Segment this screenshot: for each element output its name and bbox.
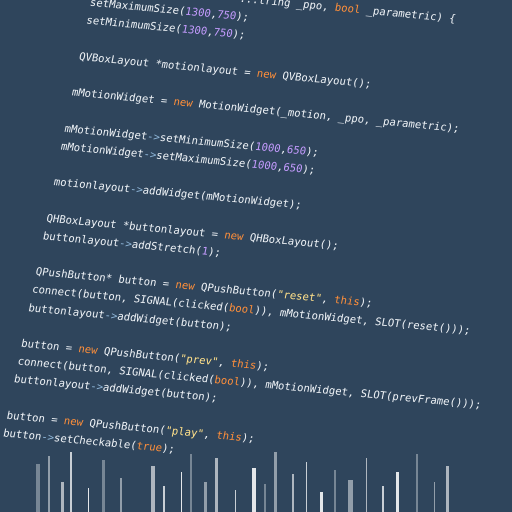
code-token: "play" — [164, 424, 205, 440]
code-token: addWidget(mMotionWidget); — [141, 184, 303, 212]
glitch-bar — [102, 460, 105, 512]
glitch-bar — [190, 454, 192, 512]
glitch-bar — [396, 472, 399, 512]
code-token: QVBoxLayout *motionlayout = — [77, 50, 259, 80]
code-token: 750 — [215, 8, 238, 23]
code-token: mMotionWidget — [63, 122, 149, 143]
code-token: this — [333, 294, 361, 309]
code-token: MotionWidget(_motion, _ppo, _parametric)… — [191, 98, 461, 136]
code-token: ); — [255, 359, 271, 374]
glitch-bar — [274, 452, 277, 512]
code-token: 1300 — [184, 5, 212, 21]
code-token: 1300 — [180, 23, 209, 39]
code-token: QVBoxLayout(); — [274, 69, 373, 91]
code-token: ); — [240, 431, 256, 445]
glitch-bar — [348, 480, 353, 512]
code-token: 750 — [212, 26, 234, 41]
glitch-artifact — [30, 452, 460, 512]
code-token: addStretch( — [130, 238, 203, 257]
code-token: ); — [358, 296, 374, 310]
glitch-bar — [366, 458, 367, 512]
code-token: ); — [301, 163, 317, 177]
code-token: motionlayout — [52, 176, 132, 196]
glitch-bar — [264, 484, 266, 512]
glitch-bar — [163, 486, 165, 512]
code-token: 1000 — [253, 140, 282, 155]
glitch-bar — [61, 482, 64, 512]
glitch-bar — [151, 466, 155, 512]
code-token: button — [1, 427, 43, 443]
code-token: buttonlayout — [41, 230, 121, 250]
code-token: ); — [231, 28, 247, 42]
code-token: button = — [20, 337, 80, 356]
code-token: QPushButton( — [81, 416, 167, 437]
code-token: bool — [227, 302, 256, 317]
code-token: this — [229, 357, 258, 372]
glitch-bar — [320, 492, 323, 512]
glitch-bar — [252, 468, 256, 512]
code-token: _parametric) { — [359, 4, 457, 26]
code-token: ...tring _ppo, — [238, 0, 337, 14]
code-line: motionlayout->addWidget(mMotionWidget); — [52, 175, 303, 212]
code-token: buttonlayout — [27, 301, 106, 321]
code-token: ); — [206, 245, 223, 259]
glitch-bar — [306, 462, 307, 512]
code-line: QVBoxLayout *motionlayout = new QVBoxLay… — [78, 50, 373, 91]
glitch-bar — [88, 488, 89, 512]
code-token: mMotionWidget = — [70, 86, 175, 109]
code-editor[interactable]: new QHBoxLayout(); ...tring _ppo, bool _… — [0, 0, 512, 512]
glitch-bar — [446, 466, 449, 512]
glitch-bar — [292, 474, 294, 512]
glitch-bar — [215, 458, 218, 512]
code-token: setMinimumSize( — [85, 14, 183, 36]
code-token: QHBoxLayout(); — [242, 230, 340, 252]
code-token: ); — [304, 145, 320, 159]
code-token: )), mMotionWidget, SLOT(prevFrame())); — [238, 376, 483, 412]
code-token: "prev" — [178, 352, 220, 369]
code-token: ); — [234, 10, 250, 24]
code-token: new — [77, 343, 99, 357]
code-token: QPushButton( — [96, 344, 182, 365]
code-token: setCheckable( — [52, 432, 138, 452]
code-token: new — [223, 228, 245, 243]
glitch-bar — [434, 482, 435, 512]
glitch-bar — [120, 478, 122, 512]
code-token: button = — [5, 409, 66, 427]
code-token: "reset" — [275, 288, 323, 305]
code-token: new — [62, 414, 85, 429]
glitch-bar — [48, 456, 50, 512]
code-token: QPushButton( — [193, 281, 279, 301]
code-token: mMotionWidget — [59, 140, 145, 161]
glitch-bar — [36, 464, 40, 512]
glitch-bar — [382, 486, 384, 512]
code-token: bool — [333, 1, 362, 17]
glitch-bar — [235, 490, 236, 512]
glitch-bar — [416, 454, 418, 512]
glitch-bar — [204, 482, 207, 512]
code-token: 1000 — [250, 158, 279, 173]
code-token: this — [215, 429, 243, 444]
glitch-bar — [181, 472, 182, 512]
code-token: new — [255, 67, 278, 82]
glitch-bar — [334, 470, 336, 512]
code-token: setMaximumSize( — [155, 149, 253, 171]
glitch-bar — [70, 452, 72, 512]
code-token: bool — [213, 374, 242, 389]
code-token: buttonlayout — [12, 373, 92, 393]
